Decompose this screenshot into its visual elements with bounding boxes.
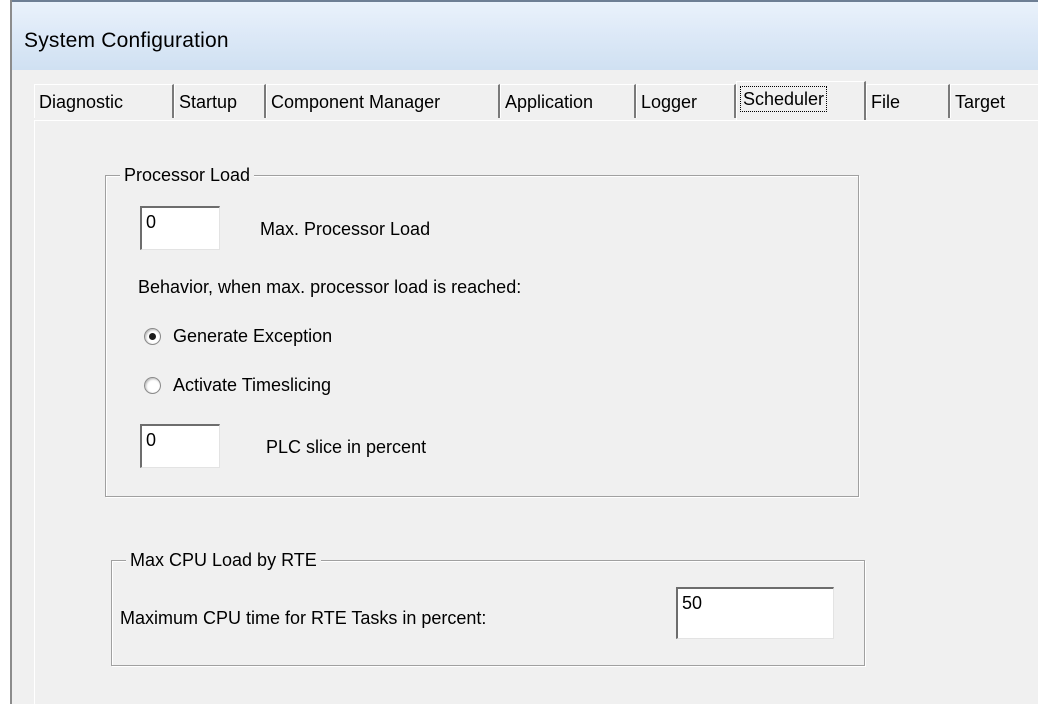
radio-unchecked-icon	[144, 377, 161, 394]
radio-checked-icon	[144, 328, 161, 345]
max-processor-load-input[interactable]: 0	[140, 206, 220, 250]
window-content: Diagnostic Startup Component Manager App…	[12, 70, 1038, 704]
title-bar[interactable]: System Configuration	[12, 0, 1038, 72]
plc-slice-label: PLC slice in percent	[266, 437, 427, 457]
system-configuration-window: System Configuration Diagnostic Startup …	[10, 0, 1038, 704]
scheduler-tab-panel: Processor Load 0 Max. Processor Load Beh…	[34, 120, 1038, 704]
radio-label: Activate Timeslicing	[173, 375, 332, 395]
tab-label: Startup	[179, 92, 238, 112]
max-cpu-time-label: Maximum CPU time for RTE Tasks in percen…	[120, 608, 487, 628]
tab-diagnostic[interactable]: Diagnostic	[34, 84, 174, 118]
behavior-label: Behavior, when max. processor load is re…	[138, 277, 522, 297]
tab-label: Target	[955, 92, 1006, 112]
tab-label: File	[871, 92, 901, 112]
group-title: Processor Load	[120, 164, 255, 186]
window-title: System Configuration	[24, 29, 229, 52]
tab-label: Diagnostic	[39, 92, 124, 112]
tab-label: Logger	[641, 92, 698, 112]
tab-strip: Diagnostic Startup Component Manager App…	[34, 81, 1038, 121]
tab-scheduler[interactable]: Scheduler	[736, 81, 866, 121]
tab-component-manager[interactable]: Component Manager	[266, 84, 500, 118]
tab-label: Application	[505, 92, 594, 112]
tab-label: Scheduler	[739, 86, 828, 112]
activate-timeslicing-radio[interactable]: Activate Timeslicing	[144, 375, 331, 396]
tab-label: Component Manager	[271, 92, 441, 112]
radio-label: Generate Exception	[173, 326, 333, 346]
plc-slice-input[interactable]: 0	[140, 424, 220, 468]
tab-startup[interactable]: Startup	[174, 84, 266, 118]
tab-application[interactable]: Application	[500, 84, 636, 118]
tab-target[interactable]: Target	[950, 84, 1038, 118]
generate-exception-radio[interactable]: Generate Exception	[144, 326, 332, 347]
max-cpu-time-input[interactable]: 50	[676, 587, 834, 639]
max-cpu-load-group: Max CPU Load by RTE Maximum CPU time for…	[111, 549, 865, 666]
tab-logger[interactable]: Logger	[636, 84, 736, 118]
group-title: Max CPU Load by RTE	[126, 549, 321, 571]
max-processor-load-label: Max. Processor Load	[260, 219, 431, 239]
tab-file[interactable]: File	[866, 84, 950, 118]
processor-load-group: Processor Load 0 Max. Processor Load Beh…	[105, 164, 859, 497]
